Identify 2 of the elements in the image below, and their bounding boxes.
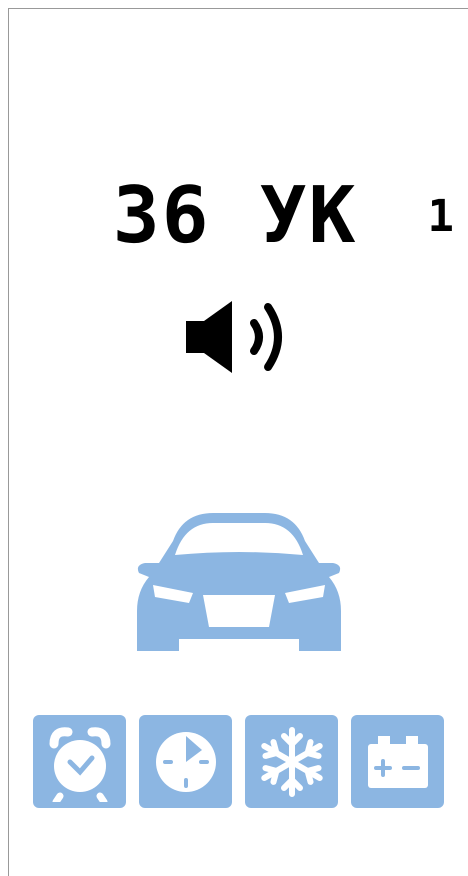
display-digit: 1 <box>428 190 454 242</box>
display-reading: 36 УК <box>112 171 358 261</box>
